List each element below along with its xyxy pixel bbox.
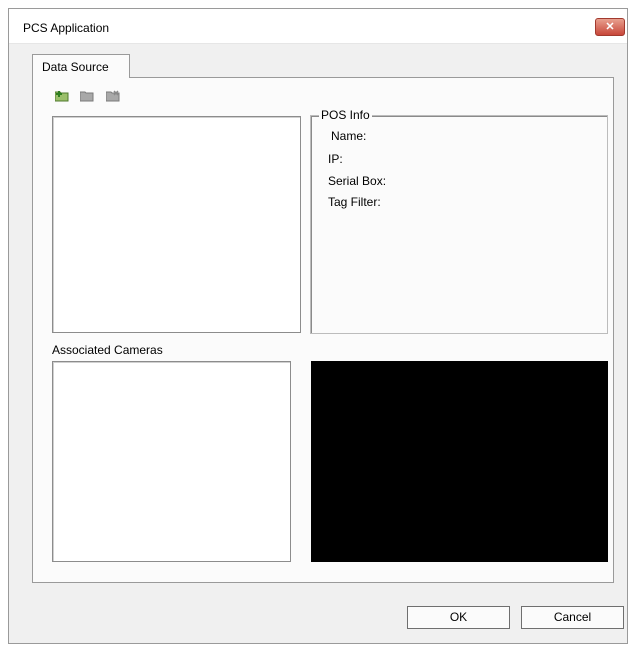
pos-info-group: POS Info Name: IP: Serial Box: Tag Filte…: [310, 108, 608, 334]
cancel-button[interactable]: Cancel: [521, 606, 624, 629]
close-button[interactable]: ✕: [595, 18, 625, 36]
name-label: Name:: [331, 129, 367, 143]
add-icon[interactable]: [55, 90, 69, 102]
tab-label: Data Source: [42, 60, 109, 74]
tab-data-source[interactable]: Data Source: [32, 54, 130, 78]
pos-list[interactable]: [52, 116, 301, 333]
associated-cameras-list[interactable]: [52, 361, 291, 562]
pos-application-dialog: PCS Application ✕ Data Source POS Info N…: [8, 8, 628, 644]
camera-preview: [311, 361, 608, 562]
ok-button[interactable]: OK: [407, 606, 510, 629]
associated-cameras-label: Associated Cameras: [52, 343, 163, 357]
data-source-panel: POS Info Name: IP: Serial Box: Tag Filte…: [32, 77, 614, 583]
tag-filter-label: Tag Filter:: [328, 195, 381, 209]
title-bar[interactable]: PCS Application ✕: [9, 9, 627, 44]
ip-label: IP:: [328, 152, 343, 166]
delete-icon[interactable]: [106, 90, 120, 102]
serial-box-label: Serial Box:: [328, 174, 387, 188]
pos-info-legend: POS Info: [319, 108, 372, 122]
close-icon: ✕: [605, 21, 615, 33]
edit-icon[interactable]: [80, 90, 94, 102]
window-title: PCS Application: [23, 21, 110, 35]
